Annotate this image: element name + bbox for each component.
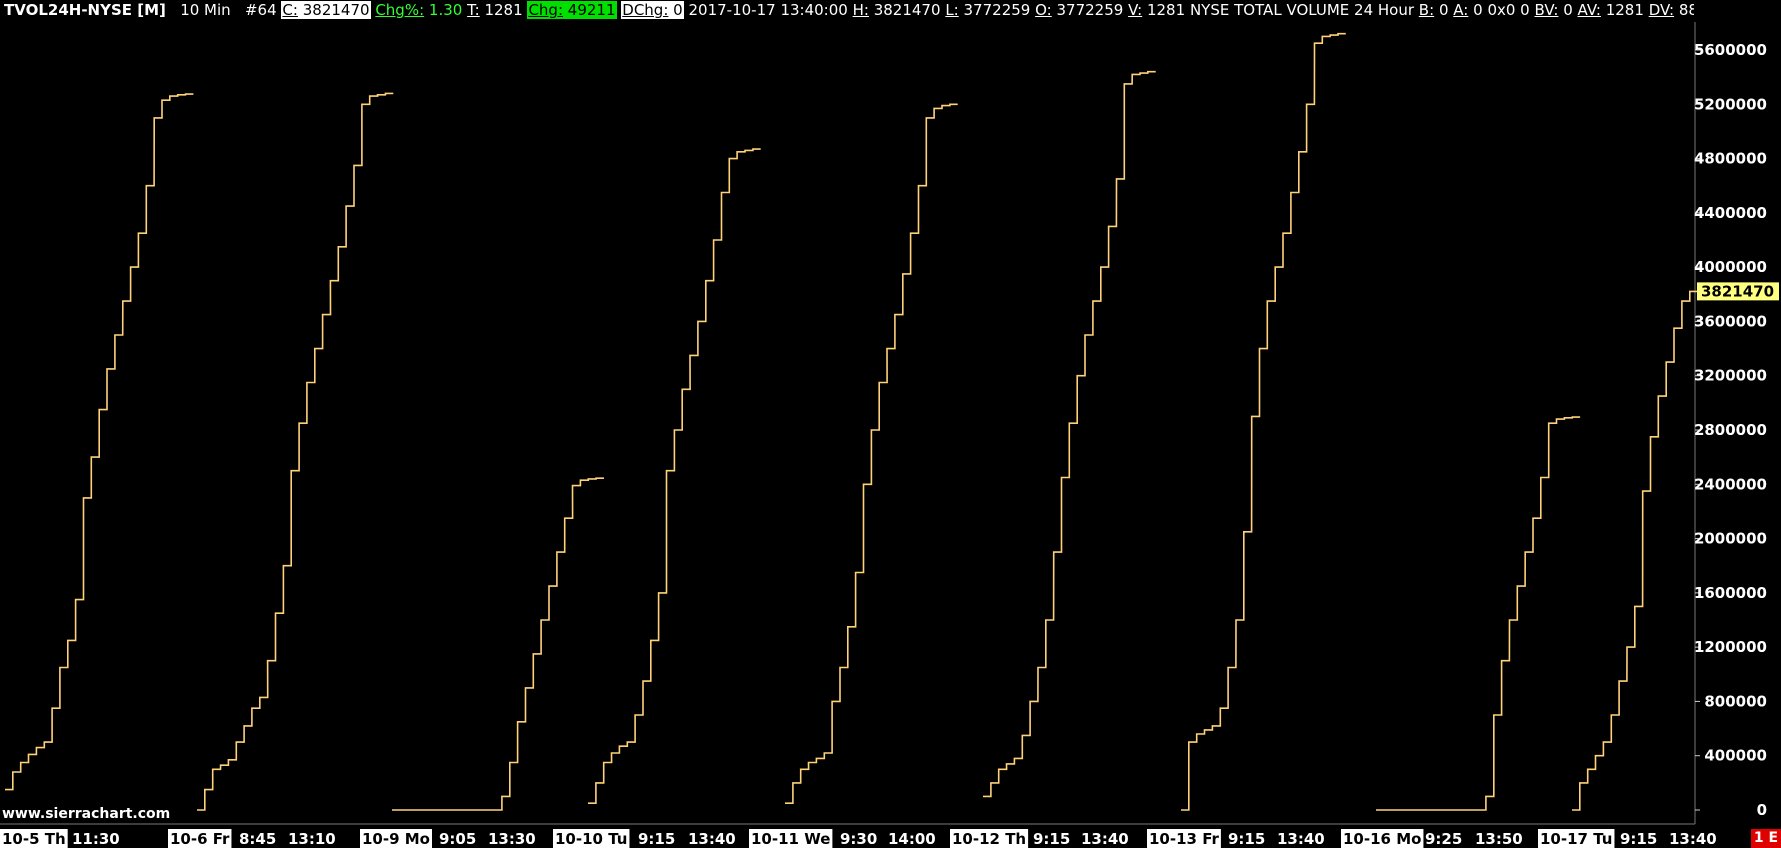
x-tick-label: 10-5 Th <box>2 830 66 848</box>
x-tick-label: 10-11 We <box>751 830 830 848</box>
y-tick-label: 5600000 <box>1694 41 1767 59</box>
x-tick-label: 13:50 <box>1475 830 1523 848</box>
x-tick-label: 13:40 <box>1277 830 1325 848</box>
x-tick-label: 13:30 <box>488 830 536 848</box>
x-tick-label: 11:30 <box>72 830 120 848</box>
x-tick-label: 9:15 <box>638 830 675 848</box>
y-tick-label: 0 <box>1757 801 1767 819</box>
x-tick-label: 10-17 Tu <box>1540 830 1612 848</box>
y-tick-label: 5200000 <box>1694 95 1767 113</box>
x-tick-label: 9:15 <box>1228 830 1265 848</box>
series-line-10-11 <box>785 103 958 804</box>
y-tick-label: 2400000 <box>1694 475 1767 493</box>
y-tick-label: 2000000 <box>1694 530 1767 548</box>
x-tick-label: 10-10 Tu <box>555 830 627 848</box>
y-tick-label: 2800000 <box>1694 421 1767 439</box>
series-line-10-5 <box>5 93 194 791</box>
x-tick-label: 9:15 <box>1620 830 1657 848</box>
x-tick-label: 10-16 Mo <box>1343 830 1421 848</box>
y-tick-label: 4800000 <box>1694 150 1767 168</box>
y-tick-label: 1600000 <box>1694 584 1767 602</box>
y-tick-label: 400000 <box>1704 747 1767 765</box>
x-tick-label: 8:45 <box>239 830 276 848</box>
x-tick-label: 9:05 <box>439 830 476 848</box>
series-line-10-17 <box>1572 290 1698 811</box>
status-flag[interactable]: 1 E <box>1751 829 1781 848</box>
x-tick-label: 9:25 <box>1425 830 1462 848</box>
x-tick-label: 10-6 Fr <box>170 830 230 848</box>
last-value-label: 3821470 <box>1701 282 1774 300</box>
x-tick-label: 10-12 Th <box>952 830 1026 848</box>
x-tick-label: 14:00 <box>888 830 936 848</box>
x-tick-label: 10-9 Mo <box>362 830 430 848</box>
y-tick-label: 3200000 <box>1694 367 1767 385</box>
x-tick-label: 9:30 <box>840 830 877 848</box>
x-tick-label: 13:40 <box>1669 830 1717 848</box>
chart-canvas[interactable]: 0 400000 800000 1200000 1600000 2000000 240000… <box>0 0 1781 848</box>
series-line-10-10 <box>588 148 761 804</box>
x-tick-label: 9:15 <box>1033 830 1070 848</box>
y-tick-label: 800000 <box>1704 692 1767 710</box>
x-tick-label: 13:10 <box>288 830 336 848</box>
y-tick-label: 1200000 <box>1694 638 1767 656</box>
y-tick-label: 4000000 <box>1694 258 1767 276</box>
y-tick-label: 3600000 <box>1694 312 1767 330</box>
x-tick-label: 13:40 <box>1081 830 1129 848</box>
series-line-10-12 <box>983 70 1156 798</box>
x-tick-label: 10-13 Fr <box>1149 830 1219 848</box>
series-line-10-9 <box>392 477 604 811</box>
series-line-10-6 <box>197 92 394 811</box>
x-tick-label: 13:40 <box>688 830 736 848</box>
y-tick-label: 4400000 <box>1694 204 1767 222</box>
watermark-label: www.sierrachart.com <box>2 806 171 822</box>
series-line-10-16 <box>1376 416 1581 811</box>
series-line-10-13 <box>1181 32 1346 811</box>
